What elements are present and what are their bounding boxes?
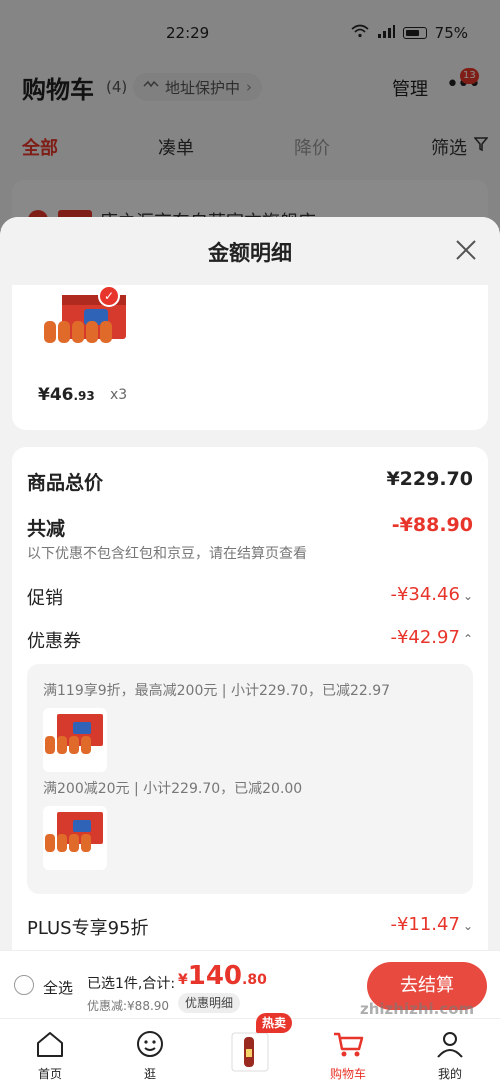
goods-card: ✓ ¥46.93 x3 [12, 285, 488, 430]
coupon-detail-box: 满119享9折，最高减200元 | 小计229.70，已减22.97 满200减… [27, 664, 473, 894]
cart-icon [331, 1032, 365, 1063]
chevron-down-icon: ⌄ [462, 589, 473, 603]
tab-cart[interactable]: 购物车 [318, 1029, 378, 1082]
tab-home-label: 首页 [37, 1067, 62, 1081]
bottom-tabbar: 首页 逛 热卖 购物车 我的 [0, 1013, 500, 1085]
tab-mine[interactable]: 我的 [420, 1029, 480, 1082]
discount-note: 以下优惠不包含红包和京豆，请在结算页查看 [27, 546, 307, 562]
coupon-label: 优惠券 [27, 631, 81, 652]
sheet-title: 金额明细 [208, 241, 292, 265]
coupon-line: 满119享9折，最高减200元 | 小计229.70，已减22.97 [43, 683, 391, 699]
selected-check-icon[interactable]: ✓ [98, 285, 120, 307]
browse-icon [134, 1031, 166, 1063]
plus-value: -¥11.47 ⌄ [390, 914, 473, 935]
home-icon [34, 1032, 66, 1063]
watermark: zhizhizhi.com [360, 1000, 475, 1018]
selected-total-label: 已选1件,合计: [87, 976, 176, 992]
tab-browse-label: 逛 [143, 1067, 156, 1081]
promo-label: 促销 [27, 588, 63, 609]
chevron-down-icon: ⌄ [462, 919, 473, 933]
select-all-label[interactable]: 全选 [43, 977, 73, 998]
item-price: ¥46.93 [38, 385, 95, 405]
hot-product-icon [226, 1032, 274, 1077]
tab-hot[interactable] [220, 1029, 280, 1077]
plus-label: PLUS专享95折 [27, 918, 149, 939]
tab-home[interactable]: 首页 [20, 1029, 80, 1082]
close-icon[interactable] [453, 237, 479, 263]
coupon-product-thumb[interactable] [43, 806, 107, 870]
discount-detail-button[interactable]: 优惠明细 [178, 993, 241, 1013]
sheet-header: 金额明细 [0, 217, 500, 285]
profile-icon [434, 1032, 466, 1063]
total-label: 商品总价 [27, 472, 104, 494]
coupon-product-thumb[interactable] [43, 708, 107, 772]
total-value: ¥229.70 [386, 468, 473, 490]
price-detail-card: 商品总价 ¥229.70 共减 -¥88.90 以下优惠不包含红包和京豆，请在结… [12, 447, 488, 950]
coupon-line: 满200减20元 | 小计229.70，已减20.00 [43, 781, 303, 797]
tab-cart-label: 购物车 [329, 1067, 366, 1081]
item-quantity: x3 [110, 387, 128, 403]
chevron-up-icon: ⌃ [462, 632, 473, 646]
discount-amount: 优惠减:¥88.90 [87, 999, 170, 1013]
reduce-value: -¥88.90 [391, 514, 473, 536]
select-all-radio[interactable] [14, 975, 34, 995]
total-amount: ¥140.80 [178, 961, 267, 991]
coupon-value: -¥42.97 ⌃ [390, 627, 473, 648]
promo-value: -¥34.46 ⌄ [390, 584, 473, 605]
hot-badge: 热卖 [256, 1013, 293, 1033]
reduce-label: 共减 [27, 518, 66, 540]
amount-detail-sheet: 金额明细 ✓ ¥46.93 x3 商品总价 ¥229.70 共减 -¥88.90… [0, 217, 500, 950]
tab-mine-label: 我的 [437, 1067, 462, 1081]
tab-browse[interactable]: 逛 [120, 1029, 180, 1082]
